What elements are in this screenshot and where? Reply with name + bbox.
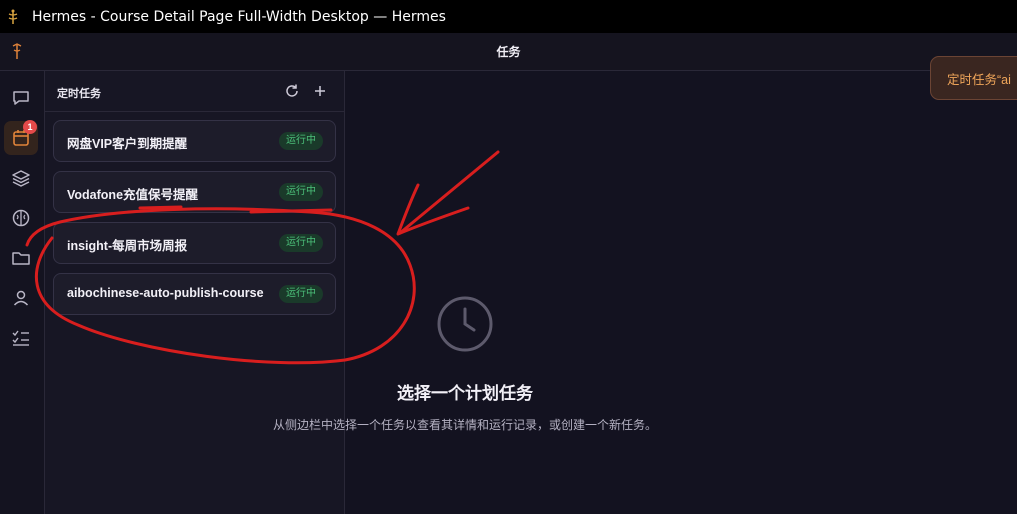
user-icon <box>13 290 29 306</box>
sidebar-title: 定时任务 <box>57 88 101 100</box>
task-item[interactable]: Vodafone充值保号提醒 运行中 <box>53 171 336 213</box>
rail-files-button[interactable] <box>4 241 38 275</box>
window-title: Hermes - Course Detail Page Full-Width D… <box>32 8 446 25</box>
status-badge: 运行中 <box>279 183 323 201</box>
empty-state-description: 从侧边栏中选择一个任务以查看其详情和运行记录，或创建一个新任务。 <box>272 418 657 432</box>
notification-badge: 1 <box>23 120 37 134</box>
rail-checklist-button[interactable] <box>4 321 38 355</box>
task-name: 网盘VIP客户到期提醒 <box>67 137 188 151</box>
task-name: insight-每周市场周报 <box>67 239 188 253</box>
window-titlebar: Hermes - Course Detail Page Full-Width D… <box>0 0 1017 33</box>
layers-icon <box>12 170 30 187</box>
status-badge: 运行中 <box>279 285 323 303</box>
brain-icon <box>12 209 30 227</box>
status-badge: 运行中 <box>279 132 323 150</box>
rail-chat-button[interactable] <box>4 81 38 115</box>
page-title: 任务 <box>496 45 521 59</box>
empty-state-title: 选择一个计划任务 <box>397 384 533 403</box>
task-name: aibochinese-auto-publish-course <box>67 286 264 300</box>
plus-icon[interactable] <box>312 83 328 99</box>
sidebar-header: 定时任务 <box>45 71 344 112</box>
rail-layers-button[interactable] <box>4 161 38 195</box>
rail-profile-button[interactable] <box>4 281 38 315</box>
task-sidebar: 定时任务 网盘VIP客户到期提醒 运行中 Vodafone充值保号提醒 运行中 … <box>45 71 345 514</box>
rail-tasks-button[interactable]: 1 <box>4 120 38 155</box>
toast-notification[interactable]: 定时任务“ai <box>930 56 1017 100</box>
folder-icon <box>12 252 30 265</box>
clock-icon <box>437 296 493 352</box>
app-header: 任务 <box>0 33 1017 71</box>
icon-rail: 1 <box>0 71 45 514</box>
status-badge: 运行中 <box>279 234 323 252</box>
caduceus-icon <box>8 9 18 24</box>
toast-text: 定时任务“ai <box>947 72 1011 87</box>
chat-icon <box>13 91 29 105</box>
task-item[interactable]: aibochinese-auto-publish-course 运行中 <box>53 273 336 315</box>
main-panel <box>345 71 1017 514</box>
refresh-icon[interactable] <box>284 83 300 99</box>
task-item[interactable]: 网盘VIP客户到期提醒 运行中 <box>53 120 336 162</box>
rail-brain-button[interactable] <box>4 201 38 235</box>
task-item[interactable]: insight-每周市场周报 运行中 <box>53 222 336 264</box>
checklist-icon <box>12 330 29 346</box>
task-list: 网盘VIP客户到期提醒 运行中 Vodafone充值保号提醒 运行中 insig… <box>53 120 336 324</box>
task-name: Vodafone充值保号提醒 <box>67 188 199 202</box>
